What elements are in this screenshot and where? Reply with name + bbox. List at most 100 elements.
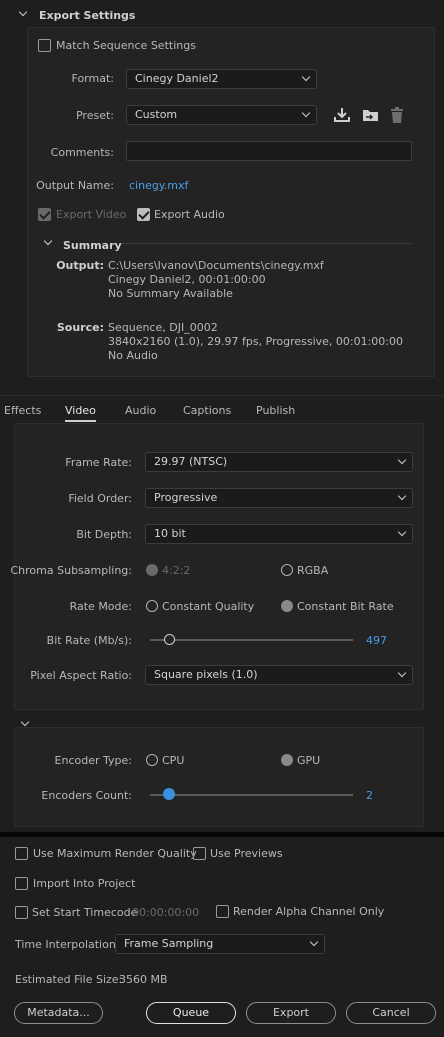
output-summary-line-2: Cinegy Daniel2, 00:01:00:00 [108, 273, 266, 286]
save-preset-icon[interactable] [333, 106, 351, 124]
source-summary-line-2: 3840x2160 (1.0), 29.97 fps, Progressive,… [108, 335, 404, 348]
match-sequence-label: Match Sequence Settings [56, 39, 196, 52]
comments-label: Comments: [50, 146, 114, 159]
max-render-quality-checkbox[interactable] [15, 847, 28, 860]
use-previews-checkbox[interactable] [193, 847, 206, 860]
metadata-button[interactable]: Metadata... [14, 1002, 103, 1024]
export-video-checkbox[interactable] [38, 208, 51, 221]
tab-effects[interactable]: Effects [4, 404, 41, 417]
delete-preset-icon[interactable] [389, 106, 405, 124]
preset-dropdown[interactable]: Custom [126, 105, 317, 125]
encoder-settings-panel [14, 727, 424, 827]
chevron-down-icon [397, 527, 407, 537]
field-order-value: Progressive [154, 491, 218, 504]
start-timecode-field[interactable]: 00:00:00:00 [132, 906, 199, 919]
queue-button[interactable]: Queue [146, 1002, 236, 1024]
encoder-collapse-icon[interactable] [20, 717, 30, 727]
max-render-quality-label: Use Maximum Render Quality [33, 847, 197, 860]
encoders-count-slider-track[interactable] [150, 794, 353, 796]
rate-mode-label: Rate Mode: [69, 600, 132, 613]
output-summary-label: Output: [56, 259, 104, 272]
encoders-count-value[interactable]: 2 [366, 789, 373, 802]
estimated-file-size-label: Estimated File Size: [15, 973, 123, 986]
tab-publish[interactable]: Publish [256, 404, 295, 417]
tab-video[interactable]: Video [65, 404, 96, 417]
constant-bit-rate-label: Constant Bit Rate [297, 600, 394, 613]
use-previews-label: Use Previews [210, 847, 283, 860]
match-sequence-checkbox[interactable] [38, 39, 51, 52]
chevron-down-icon [301, 72, 311, 82]
chevron-down-icon [397, 455, 407, 465]
chevron-down-icon [397, 668, 407, 678]
time-interpolation-value: Frame Sampling [124, 937, 214, 950]
encoder-type-label: Encoder Type: [54, 754, 132, 767]
frame-rate-value: 29.97 (NTSC) [154, 455, 228, 468]
export-settings-title: Export Settings [39, 9, 136, 22]
cancel-button[interactable]: Cancel [346, 1002, 436, 1024]
comments-field[interactable] [126, 141, 412, 161]
source-summary-line-1: Sequence, DJI_0002 [108, 321, 218, 334]
frame-rate-dropdown[interactable]: 29.97 (NTSC) [145, 452, 413, 472]
encoders-count-slider-handle[interactable] [163, 788, 175, 800]
import-preset-icon[interactable] [361, 106, 380, 124]
set-start-timecode-label: Set Start Timecode [32, 906, 138, 919]
preset-label: Preset: [75, 109, 114, 122]
chroma-422-label: 4:2:2 [162, 564, 191, 577]
import-into-project-label: Import Into Project [33, 877, 136, 890]
estimated-file-size-value: 3560 MB [119, 973, 168, 986]
export-button[interactable]: Export [246, 1002, 336, 1024]
export-settings-collapse-icon[interactable] [18, 7, 28, 17]
chevron-down-icon [309, 937, 319, 947]
constant-quality-label: Constant Quality [162, 600, 255, 613]
bit-depth-dropdown[interactable]: 10 bit [145, 524, 413, 544]
output-summary-line-1: C:\Users\Ivanov\Documents\cinegy.mxf [108, 259, 324, 272]
format-dropdown[interactable]: Cinegy Daniel2 [126, 69, 317, 89]
constant-quality-radio[interactable] [146, 600, 158, 612]
render-alpha-checkbox[interactable] [216, 905, 229, 918]
summary-title: Summary [63, 239, 122, 252]
time-interpolation-dropdown[interactable]: Frame Sampling [115, 934, 325, 954]
import-into-project-checkbox[interactable] [15, 877, 28, 890]
chroma-subsampling-label: Chroma Subsampling: [10, 564, 133, 577]
chevron-down-icon [397, 491, 407, 501]
export-audio-checkbox[interactable] [137, 208, 150, 221]
export-video-label: Export Video [56, 208, 127, 221]
export-audio-label: Export Audio [154, 208, 225, 221]
encoder-gpu-radio[interactable] [281, 754, 293, 766]
pixel-aspect-label: Pixel Aspect Ratio: [30, 669, 132, 682]
encoder-cpu-radio[interactable] [146, 754, 158, 766]
format-label: Format: [71, 72, 114, 85]
source-summary-line-3: No Audio [108, 349, 158, 362]
constant-bit-rate-radio[interactable] [281, 600, 293, 612]
field-order-dropdown[interactable]: Progressive [145, 488, 413, 508]
chroma-422-radio[interactable] [146, 564, 158, 576]
set-start-timecode-checkbox[interactable] [15, 906, 28, 919]
bit-depth-value: 10 bit [154, 527, 186, 540]
bit-rate-slider-handle[interactable] [164, 634, 175, 645]
section-separator [0, 832, 444, 837]
pixel-aspect-dropdown[interactable]: Square pixels (1.0) [145, 665, 413, 685]
bit-rate-slider-track[interactable] [150, 639, 353, 641]
format-value: Cinegy Daniel2 [135, 72, 219, 85]
chroma-rgba-radio[interactable] [281, 564, 293, 576]
summary-divider [121, 243, 411, 244]
encoder-gpu-label: GPU [297, 754, 321, 767]
pixel-aspect-value: Square pixels (1.0) [154, 668, 258, 681]
output-name-label: Output Name: [36, 179, 114, 192]
chevron-down-icon [301, 108, 311, 118]
tab-audio[interactable]: Audio [125, 404, 156, 417]
render-alpha-label: Render Alpha Channel Only [233, 905, 385, 918]
preset-value: Custom [135, 108, 178, 121]
chroma-rgba-label: RGBA [297, 564, 329, 577]
output-summary-line-3: No Summary Available [108, 287, 233, 300]
field-order-label: Field Order: [68, 492, 132, 505]
frame-rate-label: Frame Rate: [65, 456, 132, 469]
bit-rate-label: Bit Rate (Mb/s): [46, 634, 132, 647]
tab-captions[interactable]: Captions [183, 404, 231, 417]
source-summary-label: Source: [56, 321, 104, 334]
time-interpolation-label: Time Interpolation: [15, 938, 120, 951]
encoder-cpu-label: CPU [162, 754, 185, 767]
output-name-link[interactable]: cinegy.mxf [129, 179, 188, 192]
bit-rate-value[interactable]: 497 [366, 634, 387, 647]
active-tab-indicator [65, 420, 96, 422]
